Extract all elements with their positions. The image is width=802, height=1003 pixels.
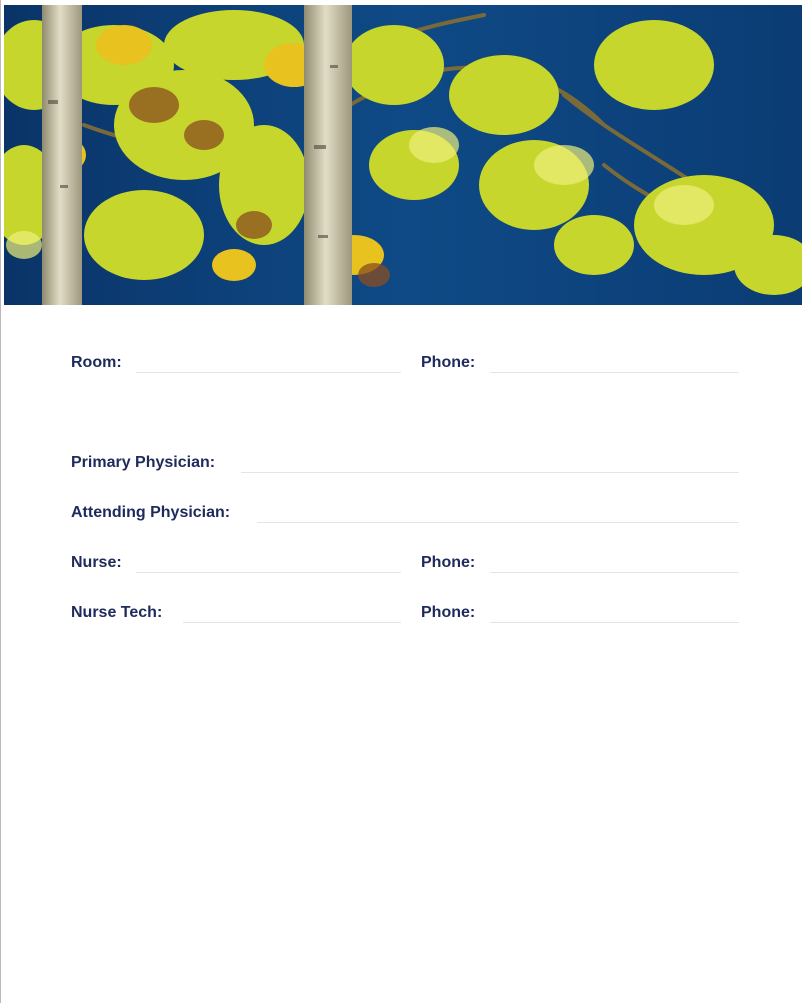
nurse-tech-phone-field[interactable] <box>490 622 739 623</box>
banner-image <box>4 5 802 305</box>
care-team-sheet: Room: Phone: Primary Physician: Attendin… <box>0 0 802 1003</box>
primary-physician-label: Primary Physician: <box>71 454 216 471</box>
attending-physician-field[interactable] <box>257 522 739 523</box>
room-row: Room: Phone: <box>1 353 802 379</box>
room-field[interactable] <box>136 372 401 373</box>
nurse-tech-label: Nurse Tech: <box>71 604 163 621</box>
aspen-trees-photo <box>4 5 802 305</box>
nurse-tech-field[interactable] <box>183 622 401 623</box>
primary-physician-field[interactable] <box>241 472 739 473</box>
attending-physician-label: Attending Physician: <box>71 504 231 521</box>
nurse-label: Nurse: <box>71 554 122 571</box>
nurse-phone-label: Phone: <box>421 554 476 571</box>
primary-physician-row: Primary Physician: <box>1 453 802 479</box>
room-phone-field[interactable] <box>490 372 739 373</box>
room-label: Room: <box>71 354 122 371</box>
nurse-row: Nurse: Phone: <box>1 553 802 579</box>
attending-physician-row: Attending Physician: <box>1 503 802 529</box>
nurse-tech-phone-label: Phone: <box>421 604 476 621</box>
nurse-phone-field[interactable] <box>490 572 739 573</box>
nurse-tech-row: Nurse Tech: Phone: <box>1 603 802 629</box>
nurse-field[interactable] <box>136 572 401 573</box>
room-phone-label: Phone: <box>421 354 476 371</box>
